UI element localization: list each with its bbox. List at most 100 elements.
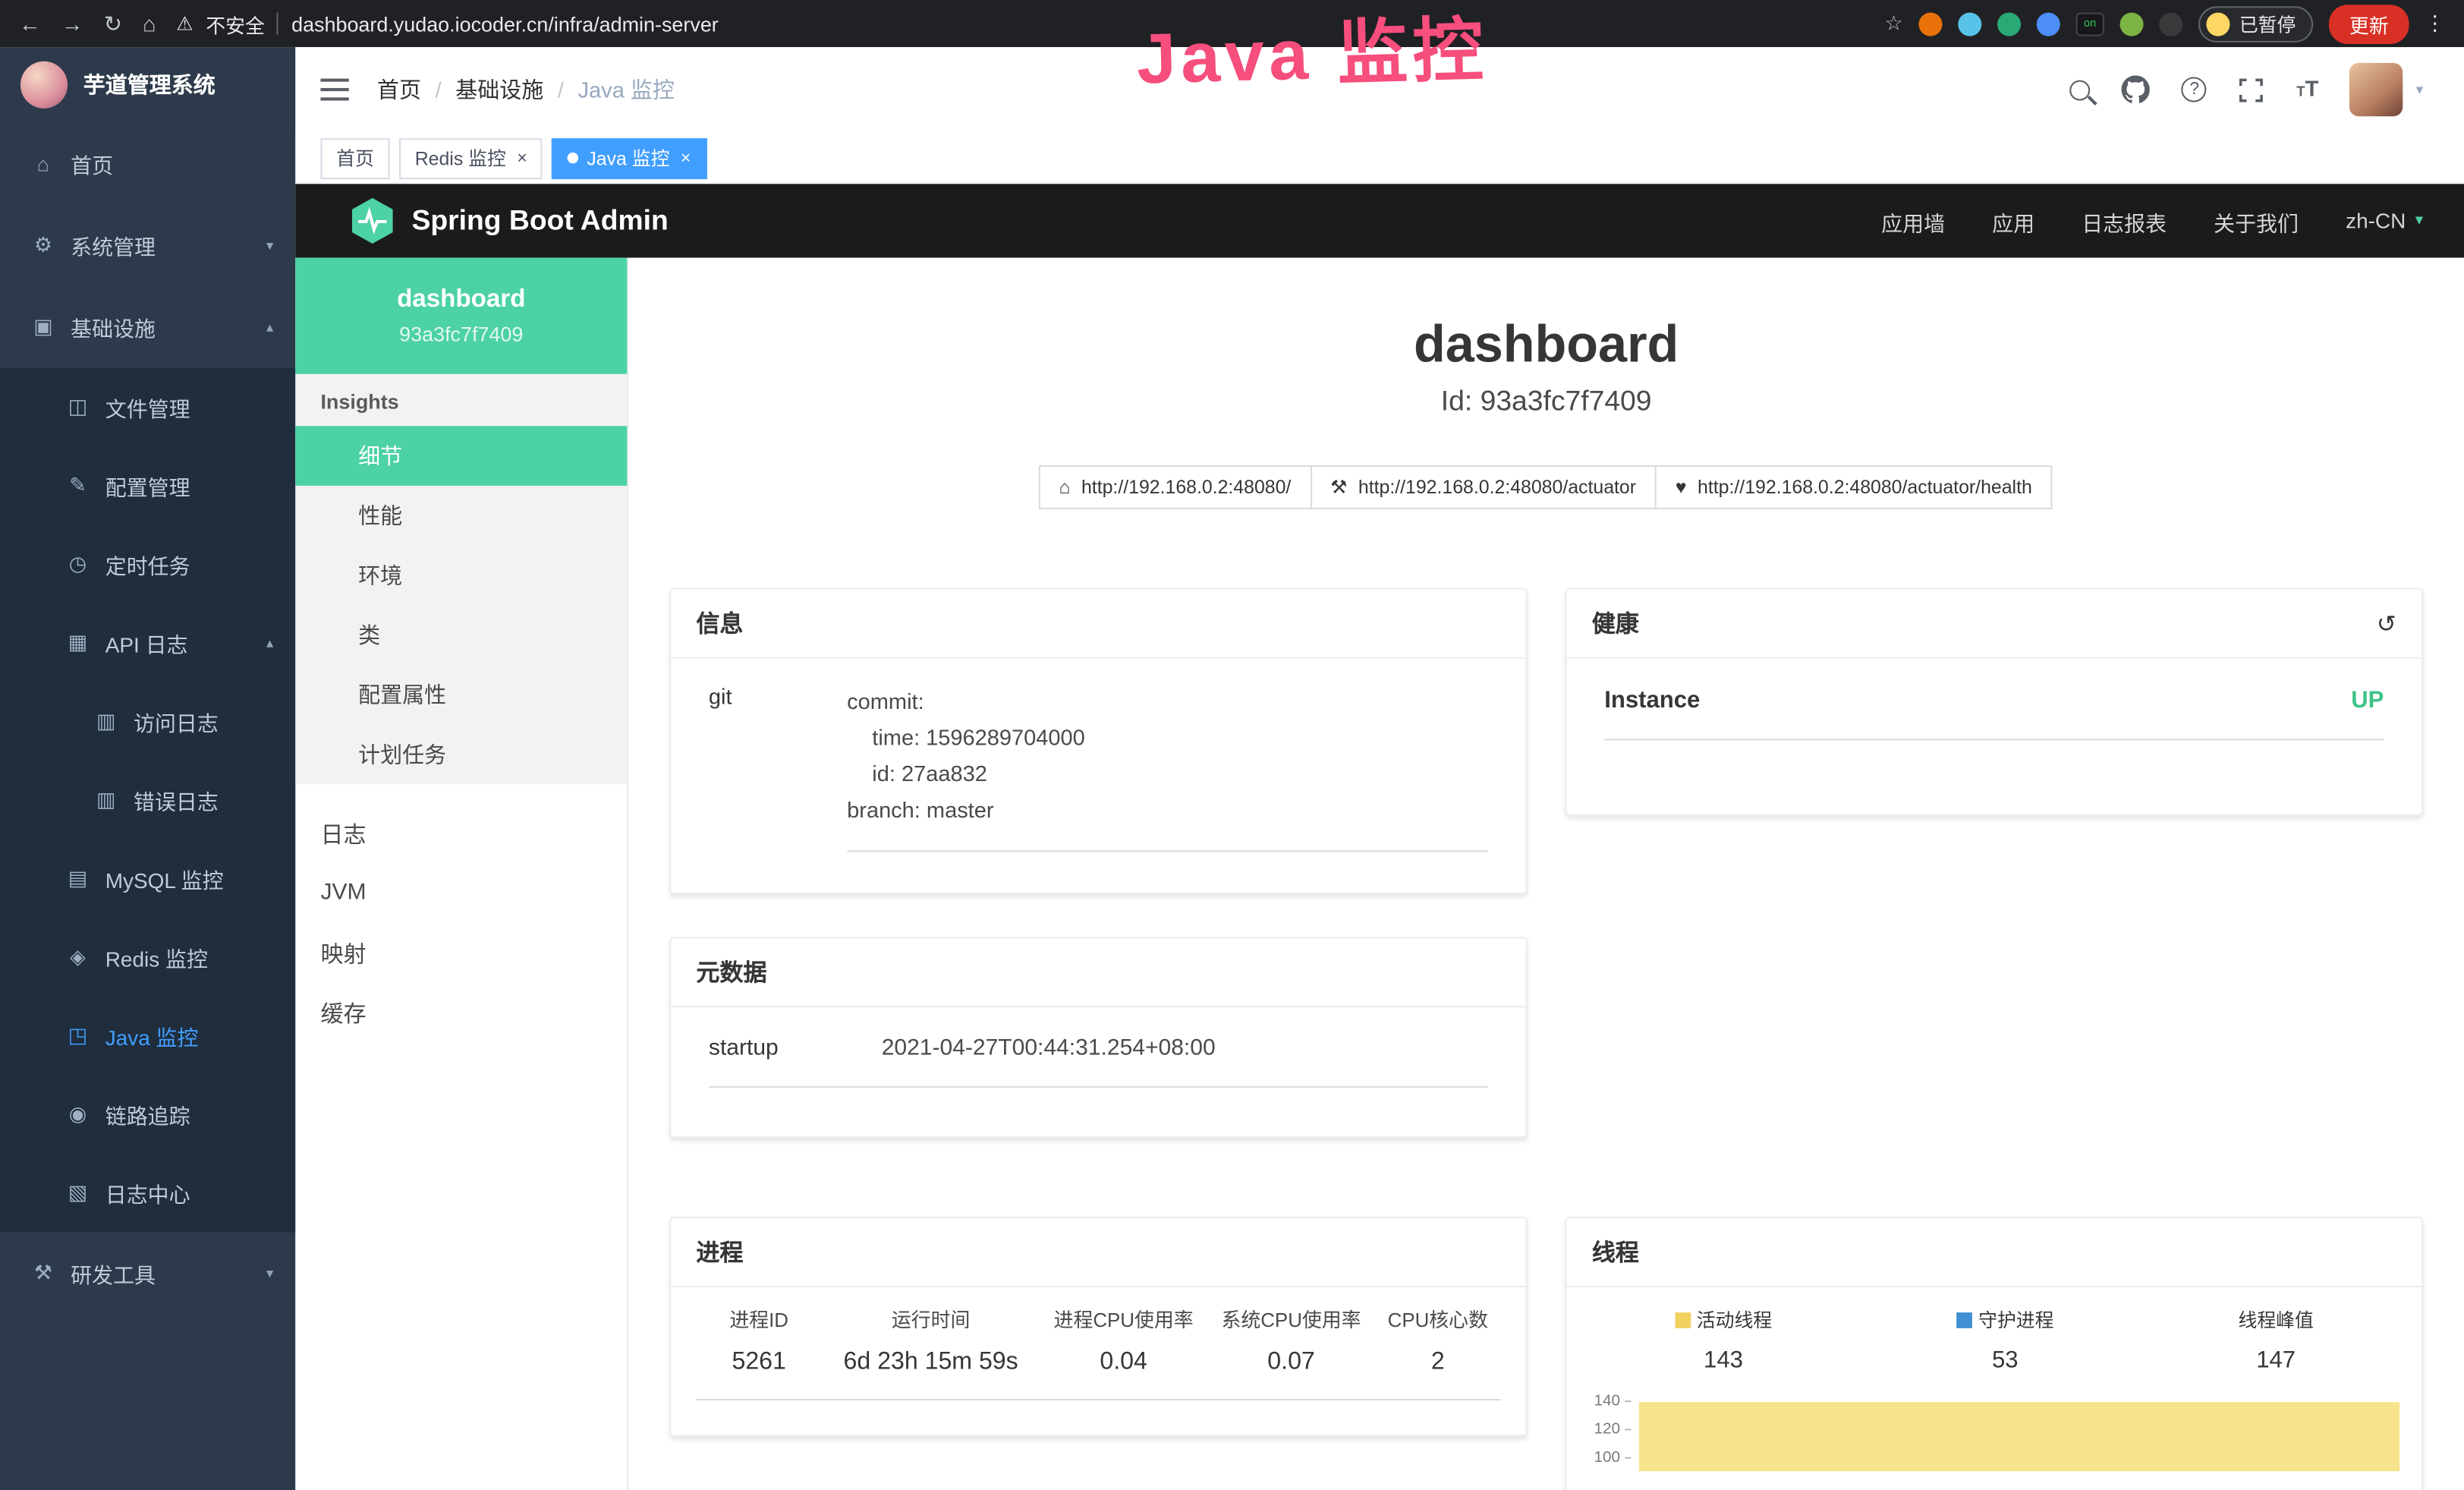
app-logo[interactable]: 芋道管理系统	[0, 47, 295, 122]
endpoint-links: ⌂ http://192.168.0.2:48080/ ⚒ http://192…	[669, 465, 2423, 509]
sba-menu-details[interactable]: 细节	[295, 426, 627, 486]
heart-icon: ♥	[1676, 476, 1687, 498]
sba-main: dashboard Id: 93a3fc7f7409 ⌂ http://192.…	[628, 258, 2464, 1490]
fullscreen-icon[interactable]	[2239, 76, 2265, 102]
java-monitor-icon: ◳	[66, 1023, 90, 1048]
sidebar-item-devtools[interactable]: ⚒ 研发工具 ▾	[0, 1233, 295, 1315]
sba-menu-caches[interactable]: 缓存	[295, 982, 627, 1042]
chevron-down-icon: ▾	[2415, 213, 2423, 230]
process-col: CPU核心数 2	[1375, 1303, 1501, 1377]
endpoint-health-link[interactable]: ♥ http://192.168.0.2:48080/actuator/heal…	[1655, 465, 2053, 509]
help-icon[interactable]: ?	[2182, 77, 2207, 102]
metadata-value: 2021-04-27T00:44:31.254+08:00	[882, 1036, 1216, 1061]
sba-menu-mappings[interactable]: 映射	[295, 923, 627, 983]
url-text[interactable]: dashboard.yudao.iocoder.cn/infra/admin-s…	[291, 12, 719, 36]
breadcrumb-infra[interactable]: 基础设施	[455, 74, 543, 105]
legend-swatch-yellow	[1675, 1312, 1691, 1328]
sidebar-item-label: 系统管理	[71, 229, 156, 260]
tab-home[interactable]: 首页	[320, 137, 389, 178]
extension-icon-6[interactable]	[2159, 12, 2182, 36]
extension-icon-3[interactable]	[1997, 12, 2021, 36]
sidebar-item-config[interactable]: ✎ 配置管理	[0, 446, 295, 525]
tab-java[interactable]: Java 监控 ×	[552, 137, 706, 178]
y-tick: 140	[1579, 1393, 1631, 1410]
sidebar-item-mysql[interactable]: ▤ MySQL 监控	[0, 840, 295, 918]
breadcrumb-separator: /	[558, 77, 564, 102]
status-badge: UP	[2351, 687, 2384, 713]
forward-icon[interactable]: →	[61, 11, 83, 36]
sidebar-item-error-log[interactable]: ▥ 错误日志	[0, 761, 295, 840]
sidebar-item-log-center[interactable]: ▧ 日志中心	[0, 1154, 295, 1233]
sba-nav-applications[interactable]: 应用	[1992, 205, 2034, 236]
chevron-down-icon: ▾	[266, 1265, 273, 1282]
endpoint-actuator-link[interactable]: ⚒ http://192.168.0.2:48080/actuator	[1310, 465, 1657, 509]
search-icon[interactable]	[2070, 80, 2091, 100]
sba-menu-classes[interactable]: 类	[295, 605, 627, 665]
sidebar-item-home[interactable]: ⌂ 首页	[0, 123, 295, 205]
insights-section-label: Insights	[295, 374, 627, 426]
sidebar-item-trace[interactable]: ◉ 链路追踪	[0, 1075, 295, 1154]
sidebar-item-access-log[interactable]: ▥ 访问日志	[0, 682, 295, 761]
address-bar[interactable]: ⚠ 不安全 dashboard.yudao.iocoder.cn/infra/a…	[176, 8, 718, 38]
sidebar-item-redis[interactable]: ◈ Redis 监控	[0, 918, 295, 997]
sidebar-item-jobs[interactable]: ◷ 定时任务	[0, 525, 295, 604]
legend-item: 守护进程 53	[1956, 1306, 2053, 1374]
history-icon[interactable]: ↺	[2377, 609, 2396, 637]
browser-menu-icon[interactable]: ⋮	[2425, 11, 2445, 36]
extension-icon-1[interactable]	[1918, 12, 1942, 36]
y-tick: 120	[1579, 1421, 1631, 1438]
avatar-caret-icon[interactable]: ▾	[2416, 81, 2423, 99]
extension-icon-5[interactable]	[2119, 12, 2143, 36]
instance-name: dashboard	[397, 286, 525, 314]
font-size-icon[interactable]: TT	[2296, 75, 2318, 103]
sba-menu-environment[interactable]: 环境	[295, 546, 627, 606]
profile-paused-chip[interactable]: 已暂停	[2198, 5, 2313, 42]
sba-nav-about[interactable]: 关于我们	[2214, 205, 2299, 236]
tag-bar: 首页 Redis 监控 × Java 监控 ×	[295, 132, 2464, 184]
instance-header[interactable]: dashboard 93a3fc7f7409	[295, 258, 627, 374]
tab-redis[interactable]: Redis 监控 ×	[399, 137, 543, 178]
file-icon: ◫	[66, 395, 90, 420]
sba-menu-metrics[interactable]: 性能	[295, 486, 627, 546]
screen: ← → ↻ ⌂ ⚠ 不安全 dashboard.yudao.iocoder.cn…	[0, 0, 2464, 1490]
endpoint-url: http://192.168.0.2:48080/	[1081, 476, 1291, 498]
chevron-down-icon: ▾	[266, 237, 273, 254]
sidebar-item-infra[interactable]: ▣ 基础设施 ▴	[0, 286, 295, 368]
bookmark-star-icon[interactable]: ☆	[1885, 11, 1903, 36]
language-selector[interactable]: zh-CN ▾	[2346, 209, 2423, 232]
sba-menu-logs[interactable]: 日志	[295, 803, 627, 863]
sba-menu-config-props[interactable]: 配置属性	[295, 665, 627, 725]
browser-home-icon[interactable]: ⌂	[143, 11, 156, 36]
close-icon[interactable]: ×	[517, 149, 527, 168]
endpoint-base-link[interactable]: ⌂ http://192.168.0.2:48080/	[1039, 465, 1312, 509]
sidebar-item-label: Redis 监控	[105, 941, 208, 972]
sidebar-item-files[interactable]: ◫ 文件管理	[0, 368, 295, 447]
hamburger-icon[interactable]	[320, 79, 348, 101]
extension-on-badge[interactable]: on	[2075, 12, 2104, 36]
sba-menu-scheduled-tasks[interactable]: 计划任务	[295, 725, 627, 785]
legend-item: 线程峰值 147	[2238, 1306, 2313, 1374]
threads-chart: 140 120 100	[1579, 1399, 2406, 1490]
github-icon[interactable]	[2122, 75, 2150, 103]
sba-nav-journal[interactable]: 日志报表	[2082, 205, 2167, 236]
sidebar-item-java[interactable]: ◳ Java 监控	[0, 997, 295, 1076]
sba-menu-jvm[interactable]: JVM	[295, 863, 627, 923]
wrench-icon: ⚒	[1330, 476, 1347, 498]
extension-icon-2[interactable]	[1958, 12, 1981, 36]
close-icon[interactable]: ×	[681, 149, 691, 168]
sidebar-item-api-log[interactable]: ▦ API 日志 ▴	[0, 603, 295, 682]
reload-icon[interactable]: ↻	[104, 10, 122, 36]
metadata-key: startup	[709, 1036, 882, 1061]
timer-icon: ◷	[66, 552, 90, 577]
y-tick: 100	[1579, 1449, 1631, 1466]
extension-icon-4[interactable]	[2037, 12, 2060, 36]
update-button[interactable]: 更新	[2329, 4, 2409, 43]
user-avatar[interactable]	[2350, 63, 2403, 116]
sba-brand[interactable]: Spring Boot Admin	[352, 198, 669, 244]
back-icon[interactable]: ←	[19, 11, 41, 36]
page-title: dashboard	[669, 314, 2423, 374]
browser-actions: ☆ on 已暂停 更新 ⋮	[1885, 4, 2446, 43]
sidebar-item-system[interactable]: ⚙ 系统管理 ▾	[0, 204, 295, 286]
breadcrumb-home[interactable]: 首页	[377, 74, 421, 105]
sba-nav-wallboard[interactable]: 应用墙	[1881, 205, 1945, 236]
